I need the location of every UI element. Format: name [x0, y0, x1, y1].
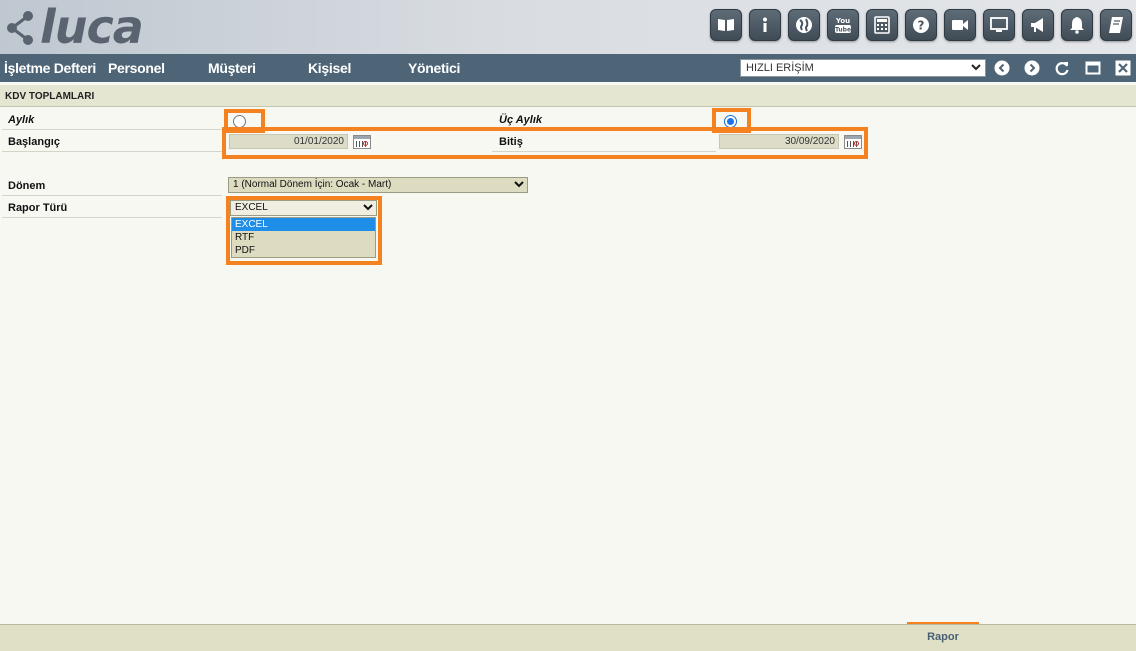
help-icon[interactable]: ? — [905, 9, 937, 41]
bitis-calendar-icon[interactable] — [844, 135, 862, 149]
donem-label: Dönem — [8, 180, 46, 192]
luca-logo[interactable]: luca — [4, 0, 144, 54]
section-title: KDV TOPLAMLARI — [0, 85, 1136, 107]
menu-yonetici[interactable]: Yönetici — [408, 60, 460, 76]
baslangic-label: Başlangıç — [8, 136, 60, 148]
aylik-label: Aylık — [8, 114, 35, 126]
rapor-turu-label: Rapor Türü — [8, 202, 68, 214]
book-icon[interactable] — [710, 9, 742, 41]
option-pdf[interactable]: PDF — [232, 244, 375, 257]
app-header: luca You Tube ? — [0, 0, 1136, 54]
baslangic-date-input[interactable]: 01/01/2020 — [229, 134, 348, 149]
row-divider — [2, 151, 222, 152]
svg-text:Tube: Tube — [835, 27, 851, 34]
chevron-down-icon — [514, 181, 524, 188]
back-icon[interactable] — [994, 60, 1010, 76]
svg-text:You: You — [835, 17, 850, 25]
close-icon[interactable] — [1115, 60, 1131, 76]
quick-access-label: HIZLI ERİŞİM — [746, 62, 814, 74]
bitis-label: Bitiş — [499, 136, 523, 148]
chevron-down-icon — [971, 64, 981, 71]
option-rtf[interactable]: RTF — [232, 231, 375, 244]
main-menubar: İşletme Defteri Personel Müşteri Kişisel… — [0, 54, 1136, 82]
rapor-button[interactable]: Rapor — [912, 628, 974, 647]
uc-aylik-label: Üç Aylık — [499, 114, 543, 126]
aylik-radio[interactable] — [233, 115, 246, 128]
row-divider — [2, 217, 222, 218]
forward-icon[interactable] — [1024, 60, 1040, 76]
menu-personel[interactable]: Personel — [108, 60, 165, 76]
rapor-turu-select[interactable]: EXCEL — [230, 200, 377, 216]
calculator-icon[interactable] — [866, 9, 898, 41]
maximize-icon[interactable] — [1085, 60, 1101, 76]
monitor-icon[interactable] — [983, 9, 1015, 41]
logo-text: luca — [40, 0, 144, 54]
row-divider — [492, 151, 716, 152]
globe-icon[interactable] — [788, 9, 820, 41]
video-camera-icon[interactable] — [944, 9, 976, 41]
svg-text:?: ? — [918, 19, 925, 33]
bell-icon[interactable] — [1061, 9, 1093, 41]
option-excel[interactable]: EXCEL — [232, 218, 375, 231]
bitis-date-input[interactable]: 30/09/2020 — [719, 134, 839, 149]
rapor-turu-value: EXCEL — [235, 202, 268, 213]
menu-isletme-defteri[interactable]: İşletme Defteri — [4, 60, 96, 76]
info-icon[interactable] — [749, 9, 781, 41]
row-divider — [2, 195, 222, 196]
luca-logo-mark-icon — [4, 6, 38, 48]
refresh-icon[interactable] — [1054, 60, 1070, 76]
rapor-turu-dropdown: EXCEL RTF PDF — [231, 217, 376, 258]
uc-aylik-radio[interactable] — [724, 115, 737, 128]
youtube-icon[interactable]: You Tube — [827, 9, 859, 41]
quick-access-select[interactable]: HIZLI ERİŞİM — [740, 59, 986, 77]
donem-value: 1 (Normal Dönem İçin: Ocak - Mart) — [233, 179, 392, 190]
donem-select[interactable]: 1 (Normal Dönem İçin: Ocak - Mart) — [228, 177, 528, 193]
row-divider — [2, 129, 222, 130]
chevron-down-icon — [363, 204, 373, 211]
notebook-icon[interactable] — [1100, 9, 1132, 41]
row-divider — [492, 129, 716, 130]
megaphone-icon[interactable] — [1022, 9, 1054, 41]
baslangic-calendar-icon[interactable] — [353, 135, 371, 149]
menu-musteri[interactable]: Müşteri — [208, 60, 256, 76]
menu-kisisel[interactable]: Kişisel — [308, 60, 351, 76]
